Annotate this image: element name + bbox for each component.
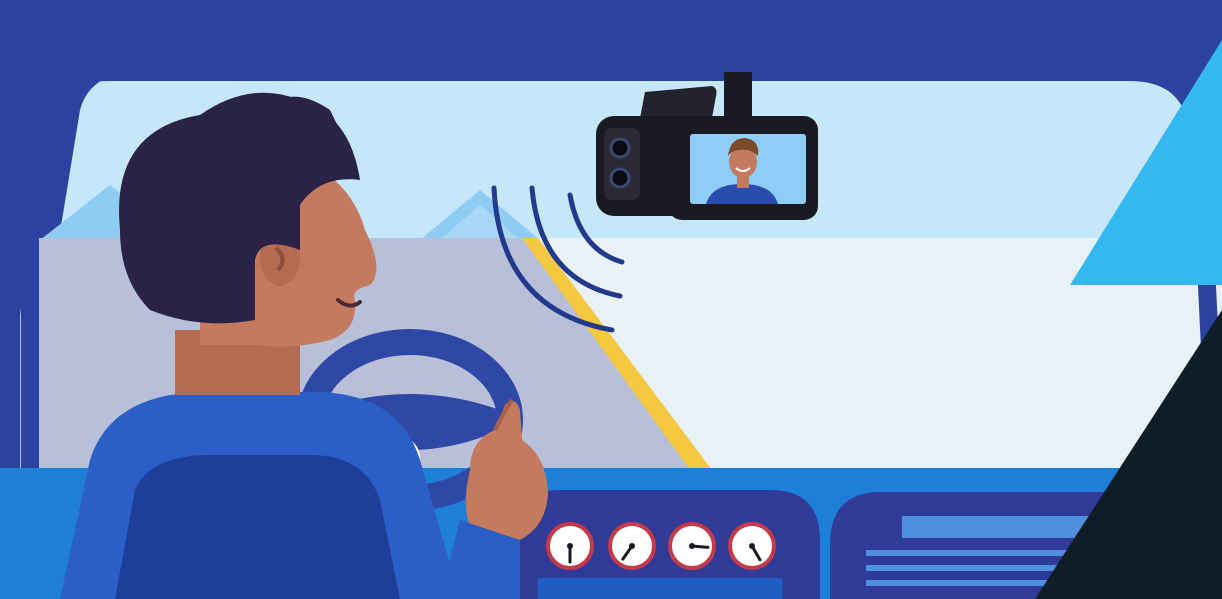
- cluster-screen: [538, 578, 782, 599]
- scene-illustration: [0, 0, 1222, 599]
- radio-display: [902, 516, 1102, 538]
- gauge-2: [608, 522, 656, 570]
- camera-lens-bottom: [609, 167, 631, 189]
- gauge-1: [546, 522, 594, 570]
- gauge-3: [668, 522, 716, 570]
- roof-band: [0, 0, 1222, 62]
- dashcam-scene: [0, 0, 1222, 599]
- camera-lens-top: [609, 137, 631, 159]
- camera-mount: [724, 72, 752, 117]
- gauge-4: [728, 522, 776, 570]
